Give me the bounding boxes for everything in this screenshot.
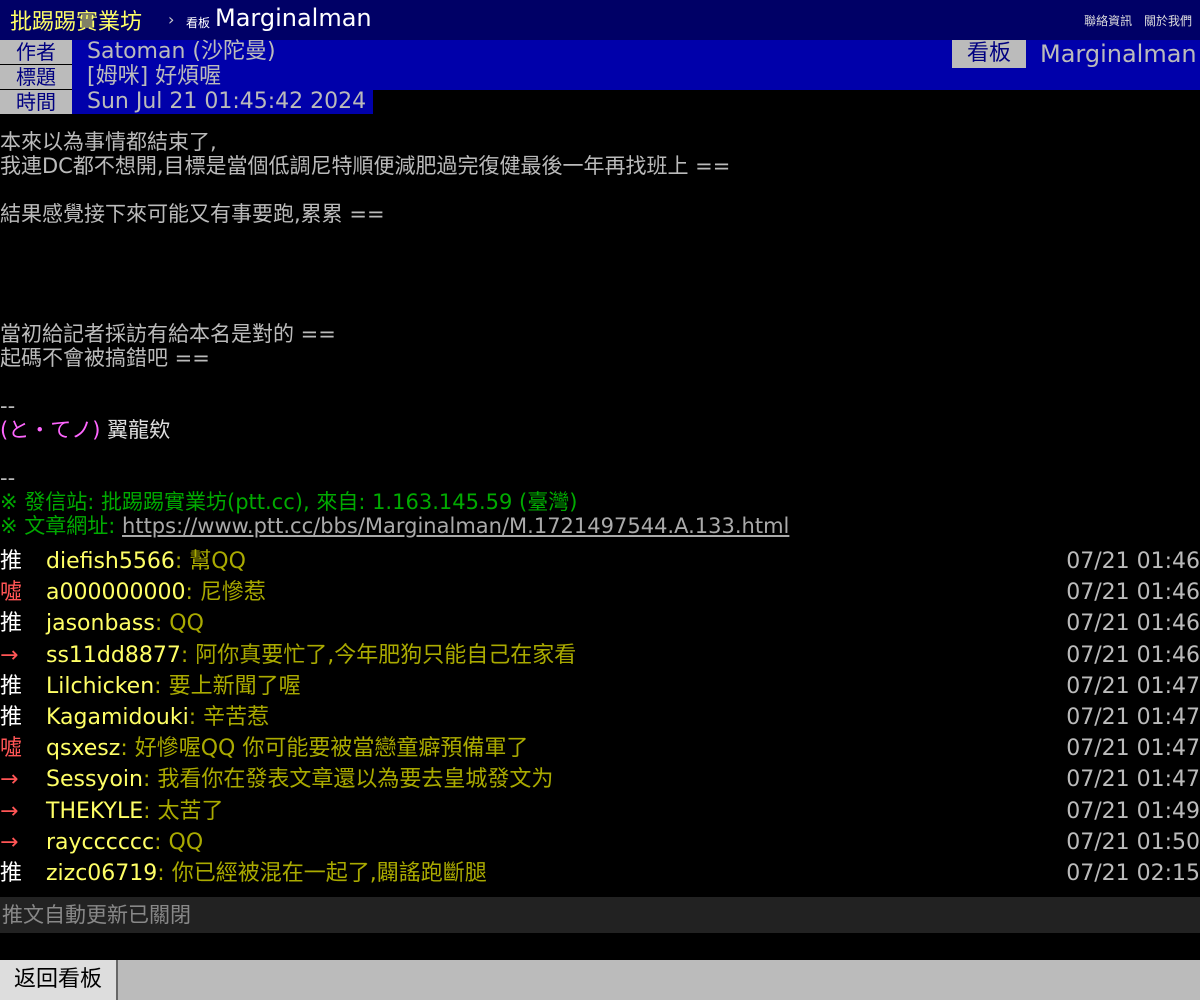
push-user: raycccccc: QQ — [46, 827, 203, 858]
push-row: 推 Kagamidouki: 辛苦惹 07/21 01:47 — [0, 702, 1200, 733]
push-row: → Sessyoin: 我看你在發表文章還以為要去皇城發文为 07/21 01:47 — [0, 764, 1200, 795]
push-row: 推 jasonbass: QQ 07/21 01:46 — [0, 608, 1200, 639]
push-user: Kagamidouki: 辛苦惹 — [46, 702, 269, 733]
signature: (と・てノ) 翼龍欸 — [0, 418, 1200, 442]
push-username: qsxesz — [46, 736, 121, 762]
signature-separator: -- — [0, 394, 16, 418]
push-content: : 你已經被混在一起了,闢謠跑斷腿 — [157, 860, 487, 886]
push-tag: → — [0, 798, 19, 824]
push-user: qsxesz: 好慘喔QQ 你可能要被當戀童癖預備軍了 — [46, 733, 528, 764]
push-user: diefish5566: 幫QQ — [46, 546, 246, 577]
push-time: 07/21 01:46 — [1066, 580, 1200, 606]
push-time: 07/21 02:15 — [1066, 860, 1200, 886]
push-username: Lilchicken — [46, 673, 155, 699]
time-label: 時間 — [0, 90, 72, 114]
body-paragraph-2: 當初給記者採訪有給本名是對的 == 起碼不會被搞錯吧 == — [0, 322, 336, 370]
push-user: a000000000: 尼慘惹 — [46, 577, 266, 608]
bottom-bar: 返回看板 — [0, 960, 1200, 1000]
article-url-link[interactable]: https://www.ptt.cc/bbs/Marginalman/M.172… — [122, 514, 789, 538]
time-value: Sun Jul 21 01:45:42 2024 — [72, 90, 373, 114]
push-time: 07/21 01:46 — [1066, 611, 1200, 637]
article-url-label: ※ 文章網址: — [0, 514, 123, 538]
push-username: a000000000 — [46, 580, 186, 606]
push-row: 推 diefish5566: 幫QQ 07/21 01:46 — [0, 546, 1200, 577]
push-time: 07/21 01:50 — [1066, 829, 1200, 855]
article-body: 本來以為事情都結束了, 我連DC都不想開,目標是當個低調尼特順便減肥過完復健最後… — [0, 130, 1200, 538]
push-row: 噓 a000000000: 尼慘惹 07/21 01:46 — [0, 577, 1200, 608]
footer-separator: -- — [0, 466, 16, 490]
board-tag-value: Marginalman — [1040, 40, 1197, 68]
push-row: → ss11dd8877: 阿你真要忙了,今年肥狗只能自己在家看 07/21 01:… — [0, 640, 1200, 671]
push-content: : 好慘喔QQ 你可能要被當戀童癖預備軍了 — [120, 736, 529, 762]
author-value: Satoman (沙陀曼) — [72, 40, 276, 64]
breadcrumb-separator: › — [168, 10, 175, 29]
push-tag: → — [0, 829, 19, 855]
posted-from-line: ※ 發信站: 批踢踢實業坊(ptt.cc), 來自: 1.163.145.59 … — [0, 490, 578, 514]
top-navigation-bar: 批踢踢實業坊 › 看板 Marginalman 聯絡資訊 關於我們 — [0, 0, 1200, 40]
push-tag: 推 — [0, 611, 23, 637]
push-content: : 阿你真要忙了,今年肥狗只能自己在家看 — [180, 642, 577, 668]
push-list: 推 diefish5566: 幫QQ 07/21 01:46 噓 a000000000:… — [0, 546, 1200, 889]
push-username: raycccccc — [46, 829, 155, 855]
push-user: jasonbass: QQ — [46, 608, 204, 639]
board-name-link[interactable]: Marginalman — [215, 4, 372, 32]
push-username: Sessyoin — [46, 767, 143, 793]
signature-name: 翼龍欸 — [107, 418, 171, 442]
top-links: 聯絡資訊 關於我們 — [1076, 12, 1192, 29]
push-tag: 噓 — [0, 736, 23, 762]
push-content: : 要上新聞了喔 — [154, 673, 301, 699]
push-row: → THEKYLE: 太苦了 07/21 01:49 — [0, 796, 1200, 827]
push-row: 噓 qsxesz: 好慘喔QQ 你可能要被當戀童癖預備軍了 07/21 01:47 — [0, 733, 1200, 764]
push-content: : 幫QQ — [174, 549, 246, 574]
push-content: : 尼慘惹 — [185, 580, 266, 606]
site-name-link[interactable]: 批踢踢實業坊 — [10, 4, 142, 36]
title-value: [姆咪] 好煩喔 — [72, 65, 222, 89]
push-user: Lilchicken: 要上新聞了喔 — [46, 671, 301, 702]
push-content: : 我看你在發表文章還以為要去皇城發文为 — [142, 767, 554, 793]
push-content: : 太苦了 — [143, 798, 224, 824]
push-content: : QQ — [154, 829, 204, 855]
push-username: Kagamidouki — [46, 704, 189, 730]
push-time: 07/21 01:46 — [1066, 642, 1200, 668]
title-label: 標題 — [0, 65, 72, 89]
push-time: 07/21 01:47 — [1066, 673, 1200, 699]
push-user: ss11dd8877: 阿你真要忙了,今年肥狗只能自己在家看 — [46, 640, 576, 671]
push-user: zizc06719: 你已經被混在一起了,闢謠跑斷腿 — [46, 858, 487, 889]
push-tag: 推 — [0, 860, 23, 886]
push-user: THEKYLE: 太苦了 — [46, 796, 224, 827]
push-time: 07/21 01:49 — [1066, 798, 1200, 824]
article-meta: 作者 Satoman (沙陀曼) 看板 Marginalman 標題 [姆咪] … — [0, 40, 1200, 115]
push-content: : 辛苦惹 — [188, 704, 270, 730]
push-time: 07/21 01:46 — [1066, 549, 1200, 574]
board-tag-label: 看板 — [952, 40, 1026, 68]
contact-link[interactable]: 聯絡資訊 — [1084, 14, 1132, 28]
board-label: 看板 — [186, 16, 211, 30]
push-username: zizc06719 — [46, 860, 158, 886]
push-tag: 推 — [0, 673, 23, 699]
article-url-line: ※ 文章網址: https://www.ptt.cc/bbs/Marginalm… — [0, 514, 1200, 538]
push-tag: → — [0, 642, 19, 668]
push-row: → raycccccc: QQ 07/21 01:50 — [0, 827, 1200, 858]
push-time: 07/21 01:47 — [1066, 704, 1200, 730]
push-tag: 推 — [0, 704, 23, 730]
body-paragraph-1: 本來以為事情都結束了, 我連DC都不想開,目標是當個低調尼特順便減肥過完復健最後… — [0, 130, 731, 226]
back-to-board-button[interactable]: 返回看板 — [0, 960, 118, 1000]
push-content: : QQ — [154, 611, 204, 637]
push-tag: 推 — [0, 549, 23, 574]
auto-update-status: 推文自動更新已關閉 — [0, 897, 1200, 933]
about-link[interactable]: 關於我們 — [1144, 14, 1192, 28]
signature-emote: (と・てノ) — [0, 418, 101, 442]
author-label: 作者 — [0, 40, 72, 64]
push-tag: 噓 — [0, 580, 23, 606]
push-username: diefish5566 — [46, 549, 175, 574]
push-row: 推 zizc06719: 你已經被混在一起了,闢謠跑斷腿 07/21 02:15 — [0, 858, 1200, 889]
push-time: 07/21 01:47 — [1066, 736, 1200, 762]
push-user: Sessyoin: 我看你在發表文章還以為要去皇城發文为 — [46, 764, 553, 795]
push-username: ss11dd8877 — [46, 642, 181, 668]
push-time: 07/21 01:47 — [1066, 767, 1200, 793]
push-tag: → — [0, 767, 19, 793]
push-username: jasonbass — [46, 611, 155, 637]
push-row: 推 Lilchicken: 要上新聞了喔 07/21 01:47 — [0, 671, 1200, 702]
push-username: THEKYLE — [46, 798, 144, 824]
